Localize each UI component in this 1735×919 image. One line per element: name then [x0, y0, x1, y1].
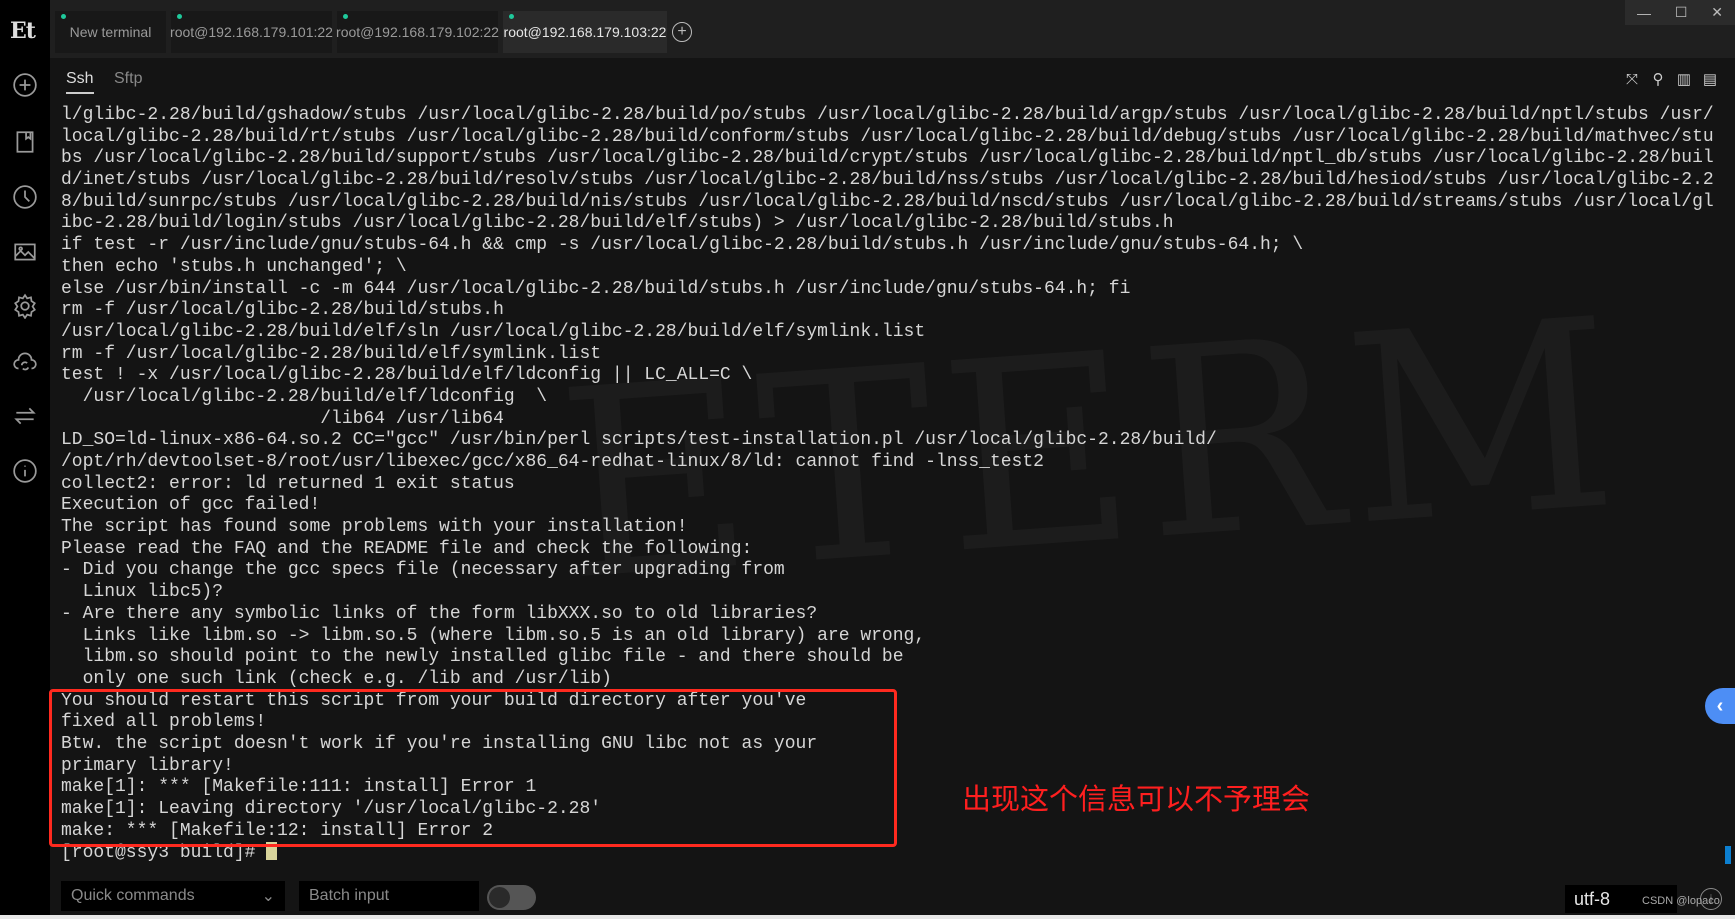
maximize-button[interactable]: ☐	[1675, 4, 1688, 21]
terminal-line: /usr/local/glibc-2.28/build/elf/sln /usr…	[61, 321, 926, 342]
session-subtabs: Ssh Sftp ⤧ ⚲ ▥ ▤	[50, 58, 1735, 98]
terminal-line: Links like libm.so -> libm.so.5 (where l…	[61, 625, 926, 646]
cloud-sync-icon[interactable]	[11, 348, 39, 376]
quick-commands-label: Quick commands	[71, 887, 195, 904]
tab-host-102[interactable]: root@192.168.179.102:22	[336, 11, 499, 53]
chevron-down-icon: ⌄	[261, 888, 275, 905]
subtab-ssh[interactable]: Ssh	[66, 70, 94, 94]
fullscreen-icon[interactable]: ⤧	[1623, 70, 1641, 88]
batch-input[interactable]: Batch input	[299, 881, 479, 911]
search-icon[interactable]: ⚲	[1649, 70, 1667, 88]
status-dot	[177, 14, 182, 19]
scrollbar[interactable]	[1725, 846, 1731, 864]
annotation-text: 出现这个信息可以不予理会	[962, 782, 1311, 816]
gear-icon[interactable]	[11, 292, 39, 320]
status-dot	[61, 14, 66, 19]
clock-icon[interactable]	[11, 183, 39, 211]
tab-bar: New terminal root@192.168.179.101:22 roo…	[50, 0, 1735, 58]
terminal-line: d/inet/stubs /usr/local/glibc-2.28/build…	[61, 170, 1714, 191]
terminal-line: test ! -x /usr/local/glibc-2.28/build/el…	[61, 365, 753, 386]
terminal-line: /lib64 /usr/lib64	[61, 408, 504, 429]
terminal-line: then echo 'stubs.h unchanged'; \	[61, 256, 407, 277]
terminal-line: /usr/local/glibc-2.28/build/elf/ldconfig…	[61, 386, 548, 407]
batch-input-toggle[interactable]	[487, 885, 536, 910]
credit-watermark: CSDN @lopaco	[1642, 895, 1720, 907]
status-dot	[509, 14, 514, 19]
tab-label: root@192.168.179.103:22	[503, 24, 667, 40]
tab-host-101[interactable]: root@192.168.179.101:22	[170, 11, 333, 53]
close-button[interactable]: ✕	[1711, 4, 1723, 21]
window-bottom-edge	[0, 915, 1735, 919]
terminal-line: collect2: error: ld returned 1 exit stat…	[61, 473, 515, 494]
terminal-line: ibc-2.28/build/login/stubs /usr/local/gl…	[61, 213, 1174, 234]
minimize-button[interactable]: —	[1637, 5, 1651, 21]
terminal-line: The script has found some problems with …	[61, 517, 688, 538]
info-icon[interactable]	[11, 457, 39, 485]
terminal-line: bs /usr/local/glibc-2.28/build/support/s…	[61, 148, 1714, 169]
terminal-line: Linux libc5)?	[61, 582, 224, 603]
window-controls: — ☐ ✕	[1625, 0, 1735, 25]
terminal-line: only one such link (check e.g. /lib and …	[61, 668, 612, 689]
terminal-line: LD_SO=ld-linux-x86-64.so.2 CC="gcc" /usr…	[61, 430, 1217, 451]
collapse-panel-button[interactable]: ‹	[1705, 688, 1735, 724]
split-horizontal-icon[interactable]: ▤	[1701, 70, 1719, 88]
terminal-toolbar: ⤧ ⚲ ▥ ▤	[1623, 70, 1719, 89]
terminal-line: /opt/rh/devtoolset-8/root/usr/libexec/gc…	[61, 452, 1044, 472]
tab-label: root@192.168.179.101:22	[170, 24, 333, 40]
toggle-knob	[489, 887, 510, 908]
subtab-sftp[interactable]: Sftp	[114, 70, 142, 88]
tab-host-103[interactable]: root@192.168.179.103:22	[503, 11, 667, 53]
split-vertical-icon[interactable]: ▥	[1675, 70, 1693, 88]
sidebar: Et	[0, 0, 50, 919]
terminal-line: - Did you change the gcc specs file (nec…	[61, 560, 785, 581]
terminal-line: if test -r /usr/include/gnu/stubs-64.h &…	[61, 235, 1304, 256]
terminal-line: else /usr/bin/install -c -m 644 /usr/loc…	[61, 278, 1131, 299]
tab-label: root@192.168.179.102:22	[336, 24, 499, 40]
status-dot	[343, 14, 348, 19]
transfer-arrows-icon[interactable]	[11, 402, 39, 430]
tab-new-terminal[interactable]: New terminal	[55, 11, 166, 53]
terminal-line: l/glibc-2.28/build/gshadow/stubs /usr/lo…	[61, 105, 1714, 125]
terminal-line: 8/build/sunrpc/stubs /usr/local/glibc-2.…	[61, 191, 1714, 212]
plus-circle-icon[interactable]	[11, 71, 39, 99]
terminal-line: Please read the FAQ and the README file …	[61, 538, 753, 559]
add-tab-button[interactable]: +	[672, 22, 692, 42]
quick-commands-select[interactable]: Quick commands ⌄	[61, 881, 285, 911]
terminal-line: rm -f /usr/local/glibc-2.28/build/elf/sy…	[61, 343, 602, 364]
bookmark-icon[interactable]	[11, 128, 39, 156]
terminal-line: Execution of gcc failed!	[61, 495, 321, 516]
terminal-line: local/glibc-2.28/build/rt/stubs /usr/loc…	[61, 126, 1714, 147]
terminal-line: rm -f /usr/local/glibc-2.28/build/stubs.…	[61, 300, 504, 321]
terminal-line: - Are there any symbolic links of the fo…	[61, 603, 818, 624]
app-logo: Et	[10, 18, 36, 44]
tab-label: New terminal	[69, 24, 152, 40]
terminal-line: libm.so should point to the newly instal…	[61, 647, 904, 668]
highlight-box	[49, 689, 897, 847]
image-icon[interactable]	[11, 238, 39, 266]
